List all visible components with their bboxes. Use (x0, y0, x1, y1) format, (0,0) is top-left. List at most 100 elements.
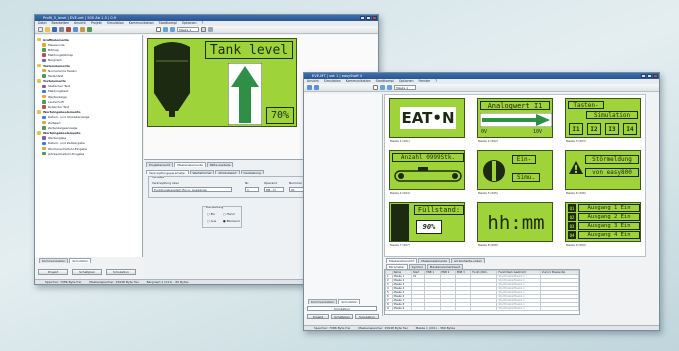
mask-tile-9[interactable]: Q1 Ausgang 1 Ein Q2 Ausgang 2 Ein Q3 Aus… (565, 202, 641, 249)
close-button[interactable] (372, 16, 377, 20)
tab-parameter[interactable]: Parameter (386, 264, 408, 269)
back-icon[interactable] (307, 85, 312, 90)
tab-symbol[interactable]: Symbol (408, 264, 426, 269)
menu-item[interactable]: Datei (38, 21, 47, 26)
align-icon[interactable] (208, 27, 213, 32)
menu-item[interactable]: Kommunikation (129, 21, 154, 26)
simulation-field[interactable]: Simulation (307, 306, 377, 311)
radio-hand[interactable]: ○ Hand (223, 212, 234, 216)
table-row[interactable]: 9 Maske 9 Startmaske/Maske 1 (385, 306, 579, 311)
menu-item[interactable]: ? (202, 21, 204, 26)
menu-item[interactable]: Optionen (399, 79, 414, 84)
table-cell[interactable]: Maske 9 (391, 306, 412, 311)
mask-select[interactable]: Masks 1 (394, 85, 416, 90)
key-i4: I4 (623, 123, 637, 135)
menu-item[interactable]: Simulation (107, 21, 124, 26)
grid-icon[interactable] (201, 27, 206, 32)
circuit-button[interactable]: Schaltplan (331, 314, 353, 319)
tab-communication[interactable]: Kommunikation (308, 299, 338, 304)
circuit-button[interactable]: Schaltplan (72, 269, 102, 275)
zoom-out-icon[interactable] (387, 85, 392, 90)
tab-project-view[interactable]: Projektansicht (146, 162, 174, 167)
tab-communication[interactable]: Kommunikation (39, 258, 69, 263)
close-button[interactable] (653, 74, 658, 78)
zoom-out-icon[interactable] (170, 27, 175, 32)
menu-item[interactable]: Projekt (91, 21, 102, 26)
menu-item[interactable]: ? (435, 79, 437, 84)
select-tool-icon[interactable] (373, 85, 378, 90)
menu-item[interactable]: Bearbeiten (52, 21, 70, 26)
menu-item[interactable]: Kommunikation (346, 79, 371, 84)
save-icon[interactable] (52, 27, 57, 32)
tab-attribute[interactable]: Attributwert (215, 169, 240, 174)
menu-item[interactable]: Ansicht (307, 79, 319, 84)
lcd-mask-5: Ein- Simu. (477, 150, 553, 190)
menu-item[interactable]: Stadtkompl (376, 79, 394, 84)
undo-icon[interactable] (87, 27, 92, 32)
menu-item[interactable]: Stadtkompl (159, 21, 177, 26)
tab-link-params[interactable]: Verknüpfungsparameter (146, 169, 189, 174)
mask-tile-5[interactable]: Ein- Simu. Maske 5 (005) (477, 150, 553, 197)
print-icon[interactable] (59, 27, 64, 32)
keys-subtitle: Simulation (586, 111, 638, 119)
radio-blink[interactable]: ● Blinkend (223, 219, 240, 223)
tab-simulation[interactable]: Simulation (338, 299, 361, 304)
mask-select[interactable]: Masks 1 (177, 27, 199, 32)
open-folder-icon[interactable] (45, 27, 50, 32)
table-cell[interactable] (470, 306, 498, 311)
mask-tile-8[interactable]: hh:mm Maske 8 (008) (477, 202, 553, 249)
tab-display[interactable]: Darstellung (240, 169, 264, 174)
mask-tile-7[interactable]: Füllstand: 90% Maske 7 (007) (389, 202, 465, 249)
zoom-in-icon[interactable] (163, 27, 168, 32)
forward-icon[interactable] (314, 85, 319, 90)
tree-item[interactable]: Jahresschaltuhr-Eingabe (37, 151, 142, 156)
nr-field[interactable]: 1 (245, 187, 259, 192)
minimize-button[interactable] (641, 74, 646, 78)
simulation-button[interactable]: Simulation (106, 269, 136, 275)
menu-item[interactable]: Simulation (324, 79, 341, 84)
cut-icon[interactable] (66, 27, 71, 32)
zoom-in-icon[interactable] (380, 85, 385, 90)
project-button[interactable]: Projekt (307, 314, 329, 319)
minimize-button[interactable] (360, 16, 365, 20)
mask-caption: Maske 3 (003) (566, 139, 586, 143)
tab-mask-overview[interactable]: Maskenübersicht (386, 258, 418, 263)
mask-caption: Maske 9 (009) (566, 243, 586, 247)
radio-on[interactable]: ○ Ein (207, 212, 215, 216)
table-cell[interactable] (424, 306, 441, 311)
mask-tile-2[interactable]: Analogwert I1 0V 10V Maske 2 (002) (477, 98, 553, 145)
menu-item[interactable]: Ansicht (74, 21, 86, 26)
simulation-button[interactable]: Simulation (355, 314, 379, 319)
tab-mask-element-value[interactable]: Maskenelementwert (426, 264, 464, 269)
mask-tile-1[interactable]: EAT•N Maske 1 (001) (389, 98, 465, 145)
tab-mask-elements[interactable]: Maskenelemente (418, 258, 450, 263)
radio-off[interactable]: ○ Aus (207, 219, 216, 223)
mask-tile-6[interactable]: Störmeldung von easy800 Maske 6 (006) (565, 150, 641, 197)
tree-item-label: Wertanzeige (48, 94, 67, 99)
table-cell[interactable] (454, 306, 472, 311)
link-select[interactable]: Funktionsbaustein Ein-u. Ausgänge (152, 187, 232, 192)
menu-item[interactable]: Fenster (418, 79, 430, 84)
maximize-button[interactable] (366, 16, 371, 20)
tab-value-format[interactable]: Werteformat (189, 169, 215, 174)
tab-contacts[interactable]: All Kontakte-vollen (450, 258, 486, 263)
element-icon (42, 100, 46, 104)
maximize-button[interactable] (647, 74, 652, 78)
mask-tile-3[interactable]: Tasten- Simulation I1 I2 I3 I4 Maske 3 (… (565, 98, 641, 145)
mask-tile-4[interactable]: Anzahl 0999Stk. Maske 4 (004) (389, 150, 465, 197)
select-tool-icon[interactable] (156, 27, 161, 32)
tab-mask-elements[interactable]: Maskenelemente (174, 162, 206, 167)
tab-simulation[interactable]: Simulation (69, 258, 92, 263)
project-button[interactable]: Projekt (38, 269, 68, 275)
table-cell[interactable] (410, 306, 426, 311)
operand-select[interactable]: DB - D (264, 187, 284, 192)
copy-icon[interactable] (73, 27, 78, 32)
table-cell[interactable]: Startmaske/Maske 1 (496, 306, 542, 311)
paste-icon[interactable] (80, 27, 85, 32)
tab-contacts[interactable]: Mitte wartelle (206, 162, 234, 167)
table-cell[interactable] (540, 306, 579, 311)
menu-item[interactable]: Optionen (182, 21, 197, 26)
table-cell[interactable] (439, 306, 456, 311)
new-file-icon[interactable] (38, 27, 43, 32)
table-cell[interactable]: 9 (385, 306, 393, 311)
